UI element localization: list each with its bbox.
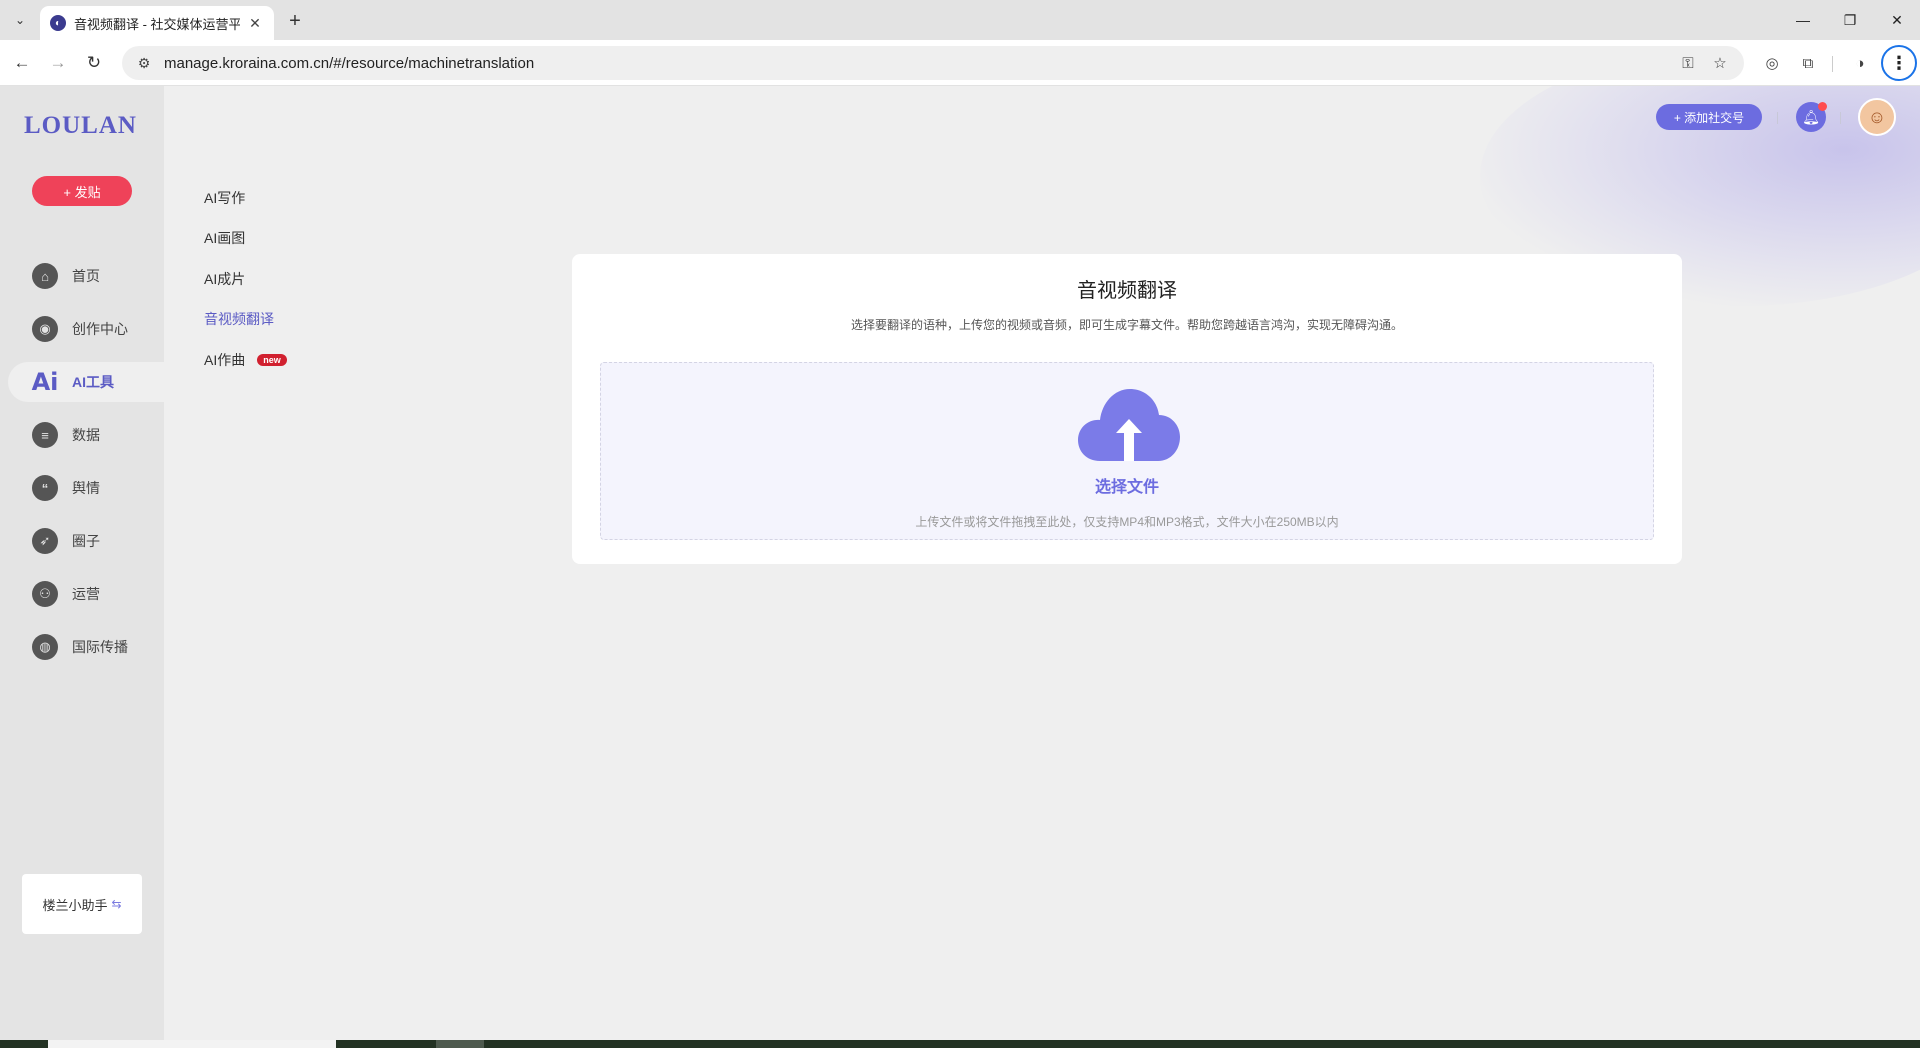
translation-card: 音视频翻译 选择要翻译的语种，上传您的视频或音频，即可生成字幕文件。帮助您跨越语… bbox=[572, 254, 1682, 564]
subnav-ai-drawing[interactable]: AI画图 bbox=[204, 228, 245, 248]
url-text[interactable]: manage.kroraina.com.cn/#/resource/machin… bbox=[164, 55, 1670, 72]
swap-icon: ⇆ bbox=[111, 897, 122, 911]
database-icon: ≡ bbox=[32, 422, 58, 448]
browser-tab-active[interactable]: ◐ 音视频翻译 - 社交媒体运营平台 ✕ bbox=[40, 6, 274, 40]
sidebar-item-circle[interactable]: ➶ 圈子 bbox=[8, 521, 164, 561]
favicon-icon: ◐ bbox=[50, 15, 66, 31]
sidebar: LOULAN + 发贴 ⌂ 首页 ◉ 创作中心 Ai AI工具 ≡ 数据 “ 舆… bbox=[0, 86, 164, 1040]
restore-icon[interactable]: ❐ bbox=[1827, 6, 1873, 34]
assistant-label: 楼兰小助手 bbox=[42, 897, 108, 913]
subnav-label: AI画图 bbox=[204, 230, 246, 246]
taskbar-segment bbox=[48, 1040, 336, 1048]
profile-icon[interactable]: ◑ bbox=[1846, 49, 1874, 77]
minimize-icon[interactable]: — bbox=[1780, 6, 1826, 34]
sidebar-item-label: 舆情 bbox=[72, 480, 100, 496]
sidebar-item-creation[interactable]: ◉ 创作中心 bbox=[8, 309, 164, 349]
header-divider bbox=[1840, 112, 1841, 124]
address-bar[interactable]: ⚙ manage.kroraina.com.cn/#/resource/mach… bbox=[122, 46, 1744, 80]
tab-title: 音视频翻译 - 社交媒体运营平台 bbox=[74, 16, 240, 32]
sidebar-item-data[interactable]: ≡ 数据 bbox=[8, 415, 164, 455]
extension-circle-icon[interactable]: ◎ bbox=[1758, 49, 1786, 77]
tab-list-icon[interactable]: ⌄ bbox=[8, 8, 32, 32]
toolbar-divider bbox=[1832, 56, 1833, 72]
subnav-label: AI成片 bbox=[204, 271, 246, 287]
forward-icon[interactable]: → bbox=[44, 49, 72, 77]
new-tab-icon[interactable]: + bbox=[282, 8, 308, 34]
window-close-icon[interactable]: ✕ bbox=[1874, 6, 1920, 34]
globe-icon: ◍ bbox=[32, 634, 58, 660]
password-key-icon[interactable]: ⚿ bbox=[1674, 49, 1702, 77]
sidebar-item-home[interactable]: ⌂ 首页 bbox=[8, 256, 164, 296]
sidebar-item-label: 国际传播 bbox=[72, 639, 128, 655]
sidebar-item-label: 首页 bbox=[72, 268, 100, 284]
site-info-icon[interactable]: ⚙ bbox=[134, 55, 154, 72]
bookmark-star-icon[interactable]: ☆ bbox=[1706, 49, 1734, 77]
select-file-button[interactable]: 选择文件 bbox=[601, 473, 1653, 497]
home-icon: ⌂ bbox=[32, 263, 58, 289]
browser-toolbar: ← → ↻ ⚙ manage.kroraina.com.cn/#/resourc… bbox=[0, 40, 1920, 86]
subnav-ai-video[interactable]: AI成片 bbox=[204, 269, 245, 289]
ai-icon: Ai bbox=[31, 368, 59, 396]
subnav-ai-music[interactable]: AI作曲 new bbox=[204, 350, 287, 370]
os-taskbar bbox=[0, 1040, 1920, 1048]
sidebar-item-ai-tools[interactable]: Ai AI工具 bbox=[8, 362, 164, 402]
subnav-label: AI写作 bbox=[204, 190, 246, 206]
sidebar-item-label: 圈子 bbox=[72, 533, 100, 549]
back-icon[interactable]: ← bbox=[8, 49, 36, 77]
sidebar-item-label: 数据 bbox=[72, 427, 100, 443]
app-viewport: LOULAN + 发贴 ⌂ 首页 ◉ 创作中心 Ai AI工具 ≡ 数据 “ 舆… bbox=[0, 86, 1920, 1040]
sidebar-item-international[interactable]: ◍ 国际传播 bbox=[8, 627, 164, 667]
sidebar-item-operations[interactable]: ⚇ 运营 bbox=[8, 574, 164, 614]
new-badge: new bbox=[257, 354, 287, 366]
sidebar-item-label: AI工具 bbox=[72, 374, 114, 390]
browser-menu-icon[interactable]: ⋮ bbox=[1881, 45, 1917, 81]
network-icon: ⚇ bbox=[32, 581, 58, 607]
quote-icon: “ bbox=[32, 475, 58, 501]
avatar[interactable]: ☺ bbox=[1858, 98, 1896, 136]
taskbar-segment bbox=[436, 1040, 484, 1048]
subnav-ai-writing[interactable]: AI写作 bbox=[204, 188, 245, 208]
logo: LOULAN bbox=[24, 112, 137, 139]
subnav-av-translation[interactable]: 音视频翻译 bbox=[204, 309, 274, 329]
subnav-label: AI作曲 bbox=[204, 352, 246, 368]
subnav-label: 音视频翻译 bbox=[204, 311, 274, 327]
upload-hint: 上传文件或将文件拖拽至此处，仅支持MP4和MP3格式，文件大小在250MB以内 bbox=[915, 515, 1339, 529]
sidebar-item-sentiment[interactable]: “ 舆情 bbox=[8, 468, 164, 508]
browser-tabstrip: ⌄ ◐ 音视频翻译 - 社交媒体运营平台 ✕ + — ❐ ✕ bbox=[0, 0, 1920, 40]
notification-bell-icon[interactable]: 🔔︎ bbox=[1796, 102, 1827, 132]
sidebar-item-label: 创作中心 bbox=[72, 321, 128, 337]
sidebar-item-label: 运营 bbox=[72, 586, 100, 602]
tab-close-icon[interactable]: ✕ bbox=[246, 14, 264, 32]
page-title: 音视频翻译 bbox=[1077, 280, 1177, 302]
compass-icon: ➶ bbox=[32, 528, 58, 554]
post-button[interactable]: + 发贴 bbox=[32, 176, 132, 206]
upload-dropzone[interactable]: 选择文件 上传文件或将文件拖拽至此处，仅支持MP4和MP3格式，文件大小在250… bbox=[600, 362, 1654, 540]
header-divider bbox=[1777, 112, 1778, 124]
assistant-button[interactable]: 楼兰小助手 ⇆ bbox=[22, 874, 142, 934]
notification-dot bbox=[1818, 102, 1827, 111]
reload-icon[interactable]: ↻ bbox=[80, 49, 108, 77]
cloud-upload-icon bbox=[1078, 389, 1180, 461]
add-social-account-button[interactable]: + 添加社交号 bbox=[1656, 104, 1762, 130]
palette-icon: ◉ bbox=[32, 316, 58, 342]
page-description: 选择要翻译的语种，上传您的视频或音频，即可生成字幕文件。帮助您跨越语言鸿沟，实现… bbox=[850, 318, 1403, 332]
extensions-puzzle-icon[interactable]: ⧉ bbox=[1794, 49, 1822, 77]
